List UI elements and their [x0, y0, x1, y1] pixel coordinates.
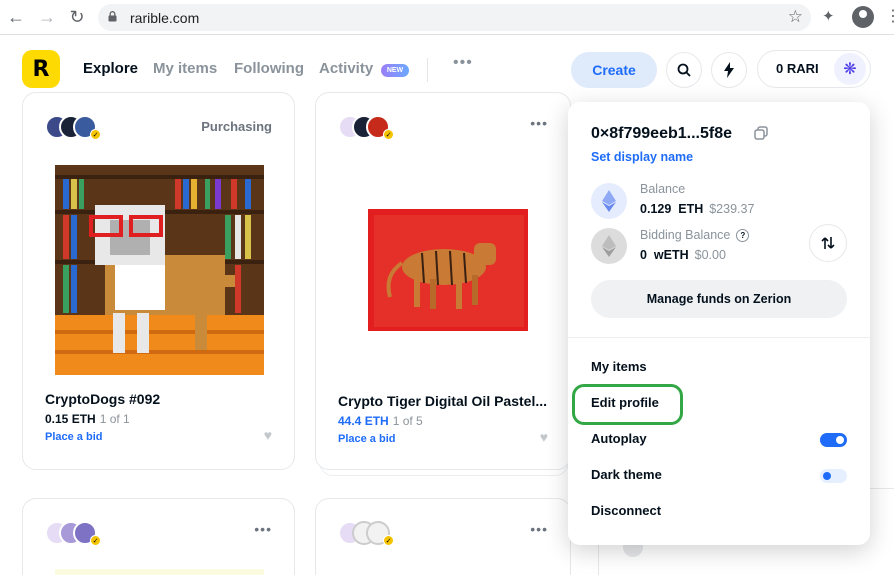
dark-theme-toggle[interactable] — [820, 469, 847, 483]
nft-image-tiger[interactable] — [364, 205, 532, 335]
user-avatar[interactable]: ❋ — [834, 53, 866, 85]
heart-icon[interactable]: ♥ — [264, 427, 272, 443]
extensions-puzzle-icon[interactable]: ✦ — [822, 7, 835, 25]
nft-card[interactable]: ✓ ••• Crypto Tiger Digital Oil Pastel...… — [315, 92, 571, 470]
reload-icon[interactable]: ↻ — [66, 6, 88, 28]
card-more-icon[interactable]: ••• — [530, 521, 548, 537]
verified-icon: ✓ — [90, 535, 101, 546]
card-title[interactable]: Crypto Tiger Digital Oil Pastel... — [338, 393, 558, 409]
card-status: Purchasing — [201, 119, 272, 134]
browser-menu-icon[interactable]: ⋮ — [885, 6, 894, 26]
forward-arrow-icon[interactable]: → — [36, 6, 58, 28]
heart-icon[interactable]: ♥ — [540, 429, 548, 445]
menu-divider — [568, 337, 870, 338]
search-button[interactable] — [666, 52, 702, 88]
swap-arrows-icon — [821, 237, 835, 249]
card-price: 44.4 ETH 1 of 5 — [338, 414, 423, 428]
convert-button[interactable] — [809, 224, 847, 262]
more-menu-icon[interactable]: ••• — [453, 54, 473, 72]
card-more-icon[interactable]: ••• — [254, 521, 272, 537]
bidding-amount: 0 — [640, 248, 647, 262]
nav-activity[interactable]: Activity — [319, 60, 373, 77]
nav-explore[interactable]: Explore — [83, 60, 138, 77]
browser-profile-icon[interactable] — [852, 6, 874, 28]
nft-card[interactable]: ✓ Purchasing CryptoDogs #092 0.15 ETH 1 … — [22, 92, 295, 470]
rarible-logo[interactable]: R — [22, 50, 60, 88]
weth-coin-icon — [591, 228, 627, 264]
notifications-button[interactable] — [711, 52, 747, 88]
help-icon[interactable]: ? — [736, 229, 750, 242]
bidding-balance-value: 0 wETH $0.00 — [640, 248, 726, 262]
search-icon — [677, 63, 691, 77]
menu-my-items[interactable]: My items — [591, 359, 647, 374]
menu-dark-theme[interactable]: Dark theme — [591, 467, 662, 482]
card-price: 0.15 ETH 1 of 1 — [45, 412, 130, 426]
wallet-address: 0×8f799eeb1...5f8e — [591, 125, 732, 142]
price-value: 0.15 ETH — [45, 412, 96, 426]
eth-coin-icon — [591, 183, 627, 219]
verified-icon: ✓ — [90, 129, 101, 140]
place-bid-link[interactable]: Place a bid — [45, 431, 102, 443]
nft-card[interactable]: ✓ ••• — [315, 498, 571, 575]
bookmark-star-icon[interactable]: ☆ — [788, 7, 803, 27]
toggle-knob — [823, 472, 831, 480]
balance-usd: $239.37 — [709, 202, 755, 216]
balance-value: 0.129 ETH $239.37 — [640, 202, 754, 216]
edition-count: 1 of 1 — [99, 412, 130, 426]
menu-disconnect[interactable]: Disconnect — [591, 503, 661, 518]
toggle-knob — [836, 436, 844, 444]
bidding-balance-label: Bidding Balance? — [640, 228, 750, 242]
create-button[interactable]: Create — [571, 52, 657, 88]
set-display-name-link[interactable]: Set display name — [591, 150, 693, 164]
manage-funds-button[interactable]: Manage funds on Zerion — [591, 280, 847, 318]
new-badge: NEW — [381, 64, 409, 77]
balance-amount: 0.129 — [640, 202, 672, 216]
card-more-icon[interactable]: ••• — [530, 115, 548, 131]
autoplay-toggle[interactable] — [820, 433, 847, 447]
bidding-usd: $0.00 — [694, 248, 726, 262]
bidding-balance-text: Bidding Balance — [640, 228, 731, 242]
bidding-unit: wETH — [653, 248, 689, 262]
address-bar[interactable]: rarible.com ☆ — [98, 4, 811, 31]
menu-edit-profile[interactable]: Edit profile — [591, 395, 659, 410]
edition-count: 1 of 5 — [392, 414, 423, 428]
rari-balance: 0 RARI — [776, 61, 819, 76]
verified-icon: ✓ — [383, 129, 394, 140]
card-title[interactable]: CryptoDogs #092 — [45, 391, 275, 407]
nft-image[interactable] — [55, 569, 264, 575]
balance-label: Balance — [640, 182, 686, 196]
wallet-pill[interactable]: 0 RARI ❋ — [757, 50, 871, 88]
nft-image-cryptodog[interactable] — [55, 165, 264, 375]
nav-divider — [427, 58, 428, 82]
nft-card[interactable]: ✓ ••• — [22, 498, 295, 575]
lock-icon — [108, 11, 117, 22]
url-text: rarible.com — [130, 10, 200, 26]
verified-icon: ✓ — [383, 535, 394, 546]
browser-toolbar: ← → ↻ rarible.com ☆ ✦ ⋮ — [0, 0, 894, 35]
menu-autoplay[interactable]: Autoplay — [591, 431, 647, 446]
nav-following[interactable]: Following — [234, 60, 304, 77]
lightning-icon — [724, 62, 734, 78]
price-value: 44.4 ETH — [338, 414, 389, 428]
back-arrow-icon[interactable]: ← — [5, 6, 27, 28]
balance-unit: ETH — [678, 202, 704, 216]
account-dropdown: 0×8f799eeb1...5f8e Set display name Bala… — [568, 102, 870, 545]
place-bid-link[interactable]: Place a bid — [338, 433, 395, 445]
nav-my-items[interactable]: My items — [153, 60, 217, 77]
copy-icon[interactable] — [754, 126, 768, 140]
